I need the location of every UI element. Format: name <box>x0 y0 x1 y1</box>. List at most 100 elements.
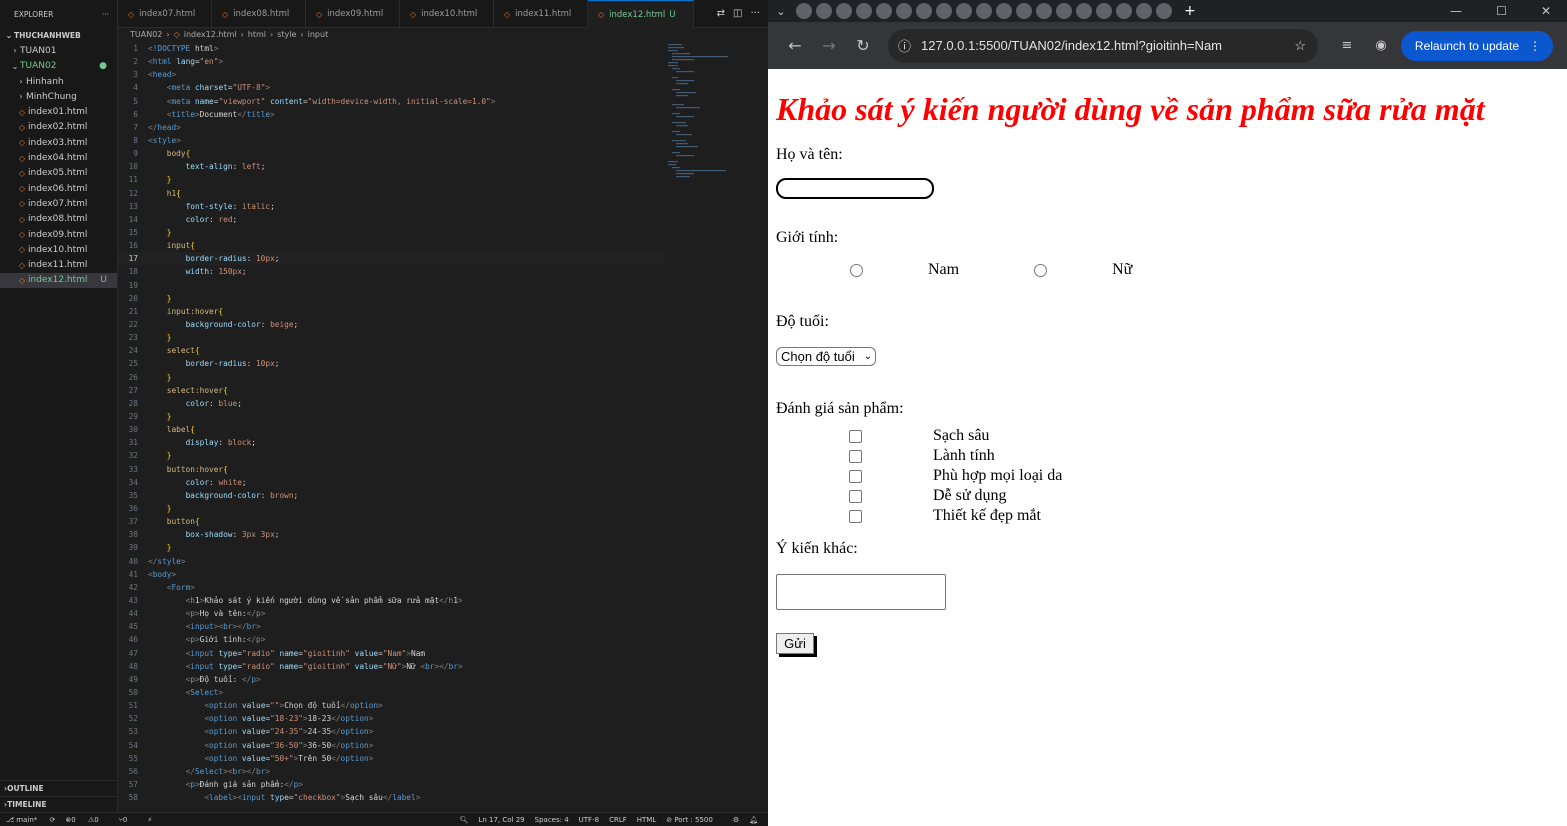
outline-section[interactable]: › OUTLINE <box>0 780 118 796</box>
tab-favicon[interactable] <box>936 3 952 19</box>
editor-tab[interactable]: ◇ index09.html <box>306 0 400 28</box>
code-line[interactable]: 20 } <box>118 292 664 305</box>
gender-radio-nu[interactable] <box>1034 263 1048 277</box>
code-line[interactable]: 41 <body> <box>118 568 664 581</box>
run-icon[interactable]: ⚡ <box>147 816 152 824</box>
folder-tuan02[interactable]: ⌄ TUAN02 ● <box>0 59 117 74</box>
file-item[interactable]: ◇ index12.html U <box>0 272 117 289</box>
code-line[interactable]: 13 font-style: italic; <box>118 200 664 213</box>
cursor-position[interactable]: Ln 17, Col 29 <box>478 816 524 824</box>
forward-icon[interactable]: → <box>812 36 846 55</box>
code-line[interactable]: 22 background-color: beige; <box>118 318 664 331</box>
eol[interactable]: CRLF <box>609 816 627 824</box>
code-line[interactable]: 21 input:hover{ <box>118 305 664 318</box>
maximize-icon[interactable]: ☐ <box>1496 4 1507 18</box>
code-line[interactable]: 6 <title>Document</title> <box>118 108 664 121</box>
code-line[interactable]: 28 color: blue; <box>118 397 664 410</box>
editor-tab[interactable]: ◇ index08.html <box>212 0 306 28</box>
code-line[interactable]: 5 <meta name="viewport" content="width=d… <box>118 95 664 108</box>
minimap[interactable] <box>664 42 744 182</box>
code-line[interactable]: 2 <html lang="en"> <box>118 55 664 68</box>
tab-favicon[interactable] <box>956 3 972 19</box>
age-select[interactable]: Chọn độ tuổi ⌄ <box>776 347 876 366</box>
tab-favicon[interactable] <box>1116 3 1132 19</box>
code-line[interactable]: 47 <input type="radio" name="gioitinh" v… <box>118 646 664 659</box>
editor-scrollbar[interactable] <box>752 42 766 812</box>
tab-favicon[interactable] <box>996 3 1012 19</box>
minimize-icon[interactable]: — <box>1450 4 1462 18</box>
file-item[interactable]: ◇ index07.html <box>0 196 117 211</box>
code-line[interactable]: 40 </style> <box>118 554 664 567</box>
code-line[interactable]: 56 </Select><br></br> <box>118 765 664 778</box>
code-line[interactable]: 19 <box>118 279 664 292</box>
rating-option[interactable]: Lành tính <box>776 446 1559 466</box>
code-line[interactable]: 36 } <box>118 502 664 515</box>
tab-favicon[interactable] <box>916 3 932 19</box>
breadcrumb-item[interactable]: style <box>277 30 296 39</box>
code-line[interactable]: 25 border-radius: 10px; <box>118 357 664 370</box>
file-item[interactable]: ◇ index02.html <box>0 120 117 135</box>
close-icon[interactable]: ✕ <box>1541 4 1551 18</box>
code-line[interactable]: 23 } <box>118 331 664 344</box>
file-item[interactable]: ◇ index08.html <box>0 212 117 227</box>
language-mode[interactable]: HTML <box>637 816 656 824</box>
site-info-icon[interactable]: ⓘ <box>898 36 911 55</box>
tab-favicon[interactable] <box>856 3 872 19</box>
rating-option[interactable]: Dễ sử dụng <box>776 486 1559 506</box>
name-input[interactable] <box>776 178 934 199</box>
file-item[interactable]: ◇ index10.html <box>0 242 117 257</box>
code-line[interactable]: 12 h1{ <box>118 187 664 200</box>
code-line[interactable]: 42 <Form> <box>118 581 664 594</box>
editor-tab[interactable]: ◇ index07.html <box>118 0 212 28</box>
code-line[interactable]: 7 </head> <box>118 121 664 134</box>
gender-radio-nam[interactable] <box>850 263 863 277</box>
code-line[interactable]: 54 <option value="36-50">36-50</option> <box>118 738 664 751</box>
code-line[interactable]: 51 <option value="">Chọn độ tuổi</option… <box>118 699 664 712</box>
rating-checkbox[interactable] <box>849 429 862 443</box>
profile-avatar[interactable]: ◉ <box>1364 38 1398 53</box>
relaunch-button[interactable]: Relaunch to update ⋮ <box>1400 30 1553 61</box>
file-item[interactable]: ◇ index03.html <box>0 135 117 150</box>
rating-checkbox[interactable] <box>849 469 862 483</box>
code-line[interactable]: 32 } <box>118 449 664 462</box>
code-line[interactable]: 3 <head> <box>118 68 664 81</box>
code-line[interactable]: 14 color: red; <box>118 213 664 226</box>
tab-favicon[interactable] <box>876 3 892 19</box>
code-line[interactable]: 44 <p>Họ và tên:</p> <box>118 607 664 620</box>
code-line[interactable]: 34 color: white; <box>118 476 664 489</box>
more-actions-icon[interactable]: ··· <box>750 8 760 19</box>
tab-favicon[interactable] <box>976 3 992 19</box>
code-line[interactable]: 33 button:hover{ <box>118 463 664 476</box>
code-line[interactable]: 15 } <box>118 226 664 239</box>
tab-favicon[interactable] <box>1156 3 1172 19</box>
code-line[interactable]: 17 border-radius: 10px; <box>118 252 664 266</box>
code-line[interactable]: 26 } <box>118 371 664 384</box>
file-item[interactable]: ◇ index04.html <box>0 150 117 165</box>
editor-tab[interactable]: ◇ index10.html <box>400 0 494 28</box>
code-line[interactable]: 31 display: block; <box>118 436 664 449</box>
code-line[interactable]: 55 <option value="50+">Trên 50</option> <box>118 752 664 765</box>
code-line[interactable]: 38 box-shadow: 3px 3px; <box>118 528 664 541</box>
code-line[interactable]: 52 <option value="18-23">18-23</option> <box>118 712 664 725</box>
code-line[interactable]: 11 } <box>118 173 664 186</box>
indentation[interactable]: Spaces: 4 <box>535 816 569 824</box>
code-line[interactable]: 53 <option value="24-35">24-35</option> <box>118 725 664 738</box>
tab-favicon[interactable] <box>1096 3 1112 19</box>
tab-favicon[interactable] <box>1016 3 1032 19</box>
code-line[interactable]: 24 select{ <box>118 344 664 357</box>
breadcrumb-item[interactable]: input <box>308 30 329 39</box>
code-line[interactable]: 18 width: 150px; <box>118 265 664 278</box>
code-line[interactable]: 27 select:hover{ <box>118 384 664 397</box>
tab-favicon[interactable] <box>796 3 812 19</box>
rating-checkbox[interactable] <box>849 509 862 523</box>
code-line[interactable]: 35 background-color: brown; <box>118 489 664 502</box>
folder-tuan01[interactable]: › TUAN01 <box>0 43 117 58</box>
folder-minhchung[interactable]: › MinhChung <box>0 89 117 104</box>
code-line[interactable]: 9 body{ <box>118 147 664 160</box>
tab-favicon[interactable] <box>1136 3 1152 19</box>
other-textarea[interactable] <box>776 574 946 610</box>
problems-indicator[interactable]: ⊗0 ⚠0 <box>65 816 108 824</box>
tab-favicon[interactable] <box>836 3 852 19</box>
code-line[interactable]: 50 <Select> <box>118 686 664 699</box>
tab-favicon[interactable] <box>1056 3 1072 19</box>
